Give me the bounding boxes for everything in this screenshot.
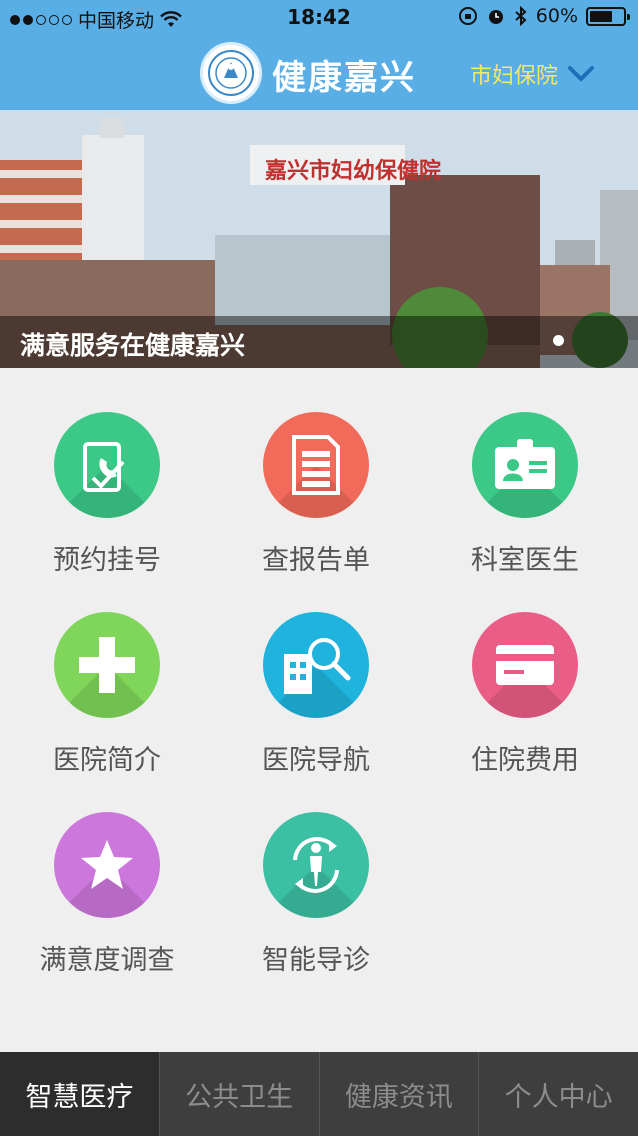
tab-smart-medical[interactable]: 智慧医疗 (0, 1052, 159, 1136)
tile-label: 住院费用 (471, 745, 579, 776)
star-icon (54, 812, 160, 918)
tab-public-health[interactable]: 公共卫生 (158, 1052, 319, 1136)
chevron-down-icon (568, 66, 595, 82)
phone-document-icon (54, 412, 160, 518)
hospital-search-icon (263, 612, 369, 718)
app-title: 健康嘉兴 (272, 58, 416, 98)
doctor-id-card-icon (472, 412, 578, 518)
hospital-logo (200, 42, 262, 104)
tile-satisfaction-survey[interactable]: 满意度调查 (4, 768, 204, 976)
app-header: 健康嘉兴 市妇保院 (0, 36, 638, 110)
tile-report[interactable]: 查报告单 (213, 368, 413, 576)
status-right: 60% (458, 5, 630, 27)
tile-inpatient-fees[interactable]: 住院费用 (422, 568, 622, 776)
tile-hospital-intro[interactable]: 医院简介 (4, 568, 204, 776)
battery-percent: 60% (535, 5, 578, 27)
hospital-name: 市妇保院 (470, 64, 559, 89)
battery-icon (586, 6, 630, 26)
tile-smart-triage[interactable]: 智能导诊 (213, 768, 413, 976)
alarm-icon (488, 10, 503, 24)
tile-label: 智能导诊 (262, 945, 370, 976)
bottom-tab-bar: 智慧医疗 公共卫生 健康资讯 个人中心 (0, 1052, 638, 1136)
tile-departments[interactable]: 科室医生 (422, 368, 622, 576)
banner-caption-bar: 满意服务在健康嘉兴 (0, 316, 638, 368)
hospital-selector[interactable]: 市妇保院 (470, 58, 595, 90)
status-bar: 中国移动 18:42 60% (0, 0, 638, 36)
report-list-icon (263, 412, 369, 518)
tile-label: 满意度调查 (39, 945, 175, 976)
carousel-indicator[interactable] (553, 335, 564, 346)
bluetooth-icon (515, 6, 527, 26)
tab-health-news[interactable]: 健康资讯 (318, 1052, 479, 1136)
banner-carousel[interactable]: 嘉兴市妇幼保健院 满意服务在健康嘉兴 (0, 110, 638, 368)
tab-personal-center[interactable]: 个人中心 (478, 1052, 638, 1136)
tile-appointment[interactable]: 预约挂号 (4, 368, 204, 576)
orientation-lock-icon (458, 7, 477, 25)
person-rotate-icon (263, 812, 369, 918)
top-bar: 中国移动 18:42 60% 健康嘉兴 市妇保院 (0, 0, 638, 110)
feature-grid: 预约挂号 查报告单 科室医生 医院简介 医院导航 住院费用 满意度调查 智能导诊 (0, 368, 638, 1052)
plus-icon (54, 612, 160, 718)
tile-navigation[interactable]: 医院导航 (213, 568, 413, 776)
building-sign: 嘉兴市妇幼保健院 (265, 158, 441, 184)
banner-caption: 满意服务在健康嘉兴 (20, 331, 246, 360)
credit-card-icon (472, 612, 578, 718)
